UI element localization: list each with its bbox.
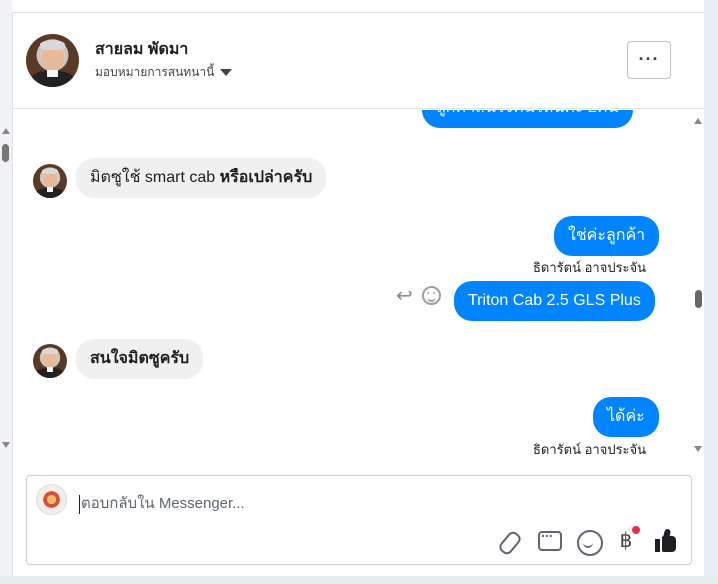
page-scroll-down-icon[interactable]	[2, 442, 10, 448]
page-scroll-thumb[interactable]	[2, 144, 9, 162]
reply-icon[interactable]: ↩	[396, 286, 413, 306]
assign-conversation-dropdown[interactable]: มอบหมายการสนทนานี้	[95, 63, 233, 82]
message-text-bold: หรือเปล่าครับ	[219, 169, 313, 186]
paperclip-icon[interactable]	[497, 528, 523, 554]
message-bubble-outgoing[interactable]: ลูกค้าสนใจคันไหนคะ 2คัน	[422, 110, 633, 128]
conversation-panel: สายลม พัดมา มอบหมายการสนทนานี้ ··· ลูกค้…	[12, 12, 705, 580]
message-bubble-incoming[interactable]: มิตซูใช้ smart cab หรือเปล่าครับ	[76, 158, 327, 198]
reply-composer: ฿	[26, 475, 692, 565]
caret-down-icon	[220, 69, 233, 77]
sender-name: ธิดารัตน์ อาจประจัน	[533, 442, 647, 457]
message-bubble-outgoing[interactable]: ได้ค่ะ	[593, 397, 659, 437]
message-bubble-outgoing[interactable]: ใช่ค่ะลูกค้า	[554, 216, 660, 256]
bottom-strip	[0, 576, 718, 584]
assign-conversation-label: มอบหมายการสนทนานี้	[95, 65, 215, 79]
page-avatar	[36, 484, 67, 515]
avatar-hair	[41, 168, 59, 175]
reply-input[interactable]	[81, 491, 641, 515]
top-strip	[12, 0, 704, 12]
contact-name[interactable]: สายลม พัดมา	[95, 37, 188, 62]
message-list-scrollbar[interactable]	[691, 110, 705, 462]
scroll-down-icon[interactable]	[694, 446, 702, 452]
conversation-header: สายลม พัดมา มอบหมายการสนทนานี้ ···	[13, 13, 705, 109]
avatar-hair	[39, 40, 66, 50]
page-scroll-up-icon[interactable]	[2, 128, 10, 134]
message-list: ลูกค้าสนใจคันไหนคะ 2คัน มิตซูใช้ smart c…	[13, 110, 705, 462]
more-options-button[interactable]: ···	[627, 41, 671, 79]
smile-icon[interactable]	[422, 286, 441, 305]
scroll-thumb[interactable]	[695, 290, 702, 308]
emoji-icon[interactable]	[575, 528, 603, 556]
contact-avatar[interactable]	[26, 34, 79, 87]
avatar-hair	[41, 348, 59, 355]
avatar-collar	[46, 187, 54, 192]
text-cursor	[79, 495, 80, 514]
sender-name: ธิดารัตน์ อาจประจัน	[533, 260, 647, 275]
message-bubble-outgoing[interactable]: Triton Cab 2.5 GLS Plus	[454, 281, 655, 321]
message-bubble-incoming[interactable]: สนใจมิตซูครับ	[76, 339, 204, 379]
contact-avatar-small[interactable]	[33, 344, 67, 378]
avatar-collar	[47, 70, 58, 78]
thumbs-up-icon[interactable]	[653, 528, 679, 554]
right-edge	[704, 0, 718, 584]
baht-symbol: ฿	[619, 530, 633, 552]
thumb-top	[662, 528, 672, 540]
baht-icon[interactable]: ฿	[613, 526, 640, 554]
contact-avatar-small[interactable]	[33, 164, 67, 198]
chat-bubble-icon[interactable]	[535, 519, 562, 554]
message-text: มิตซูใช้ smart cab	[90, 169, 220, 186]
avatar-collar	[46, 367, 54, 372]
scroll-up-icon[interactable]	[694, 118, 702, 124]
notification-dot	[632, 526, 640, 534]
page-scrollbar[interactable]	[0, 0, 12, 584]
